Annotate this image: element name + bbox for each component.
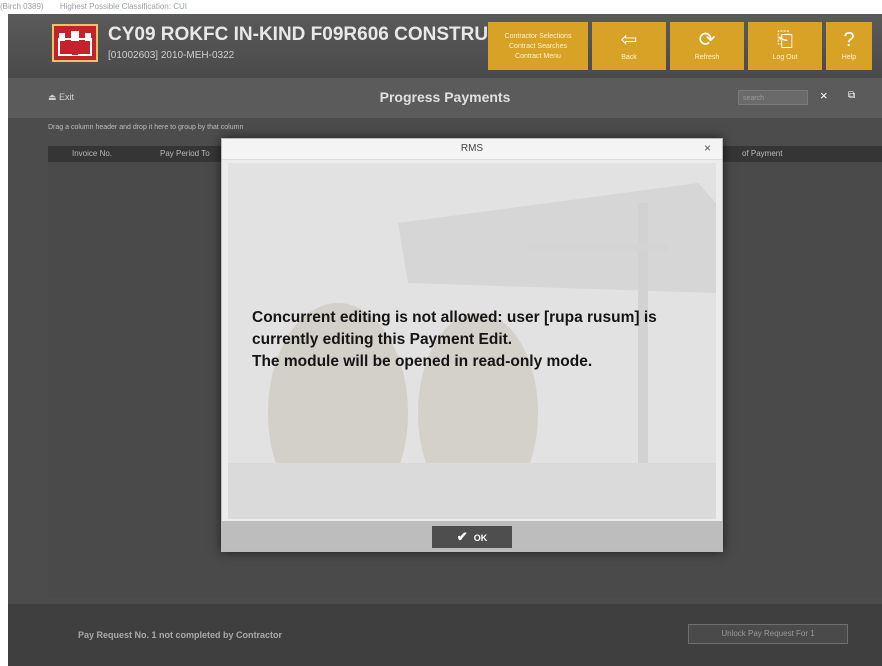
unlock-pay-request-button[interactable]: Unlock Pay Request For 1 [688,624,848,644]
rms-dialog: RMS × Concurrent editing is not allowed:… [221,138,723,552]
dialog-body: Concurrent editing is not allowed: user … [228,163,716,519]
module-toolbar: ⏏ Exit Progress Payments search × ⧉ [8,78,882,118]
pay-request-status: Pay Request No. 1 not completed by Contr… [78,630,283,640]
search-input[interactable]: search [738,90,808,105]
refresh-icon: ⟳ [698,29,716,51]
help-button[interactable]: ? Help [826,22,872,70]
dialog-titlebar: RMS × [222,139,722,160]
dialog-title: RMS [460,143,484,154]
group-by-hint: Drag a column header and drop it here to… [48,124,244,131]
dialog-message: Concurrent editing is not allowed: user … [252,309,657,370]
clear-search-icon[interactable]: × [820,88,828,103]
contractor-menu-button[interactable]: Contractor Selections Contract Searches … [488,22,588,70]
logout-icon: ⎗ [777,29,793,51]
column-payment[interactable]: of Payment [742,146,782,162]
back-arrow-icon: ⇦ [620,29,638,51]
column-invoice-no[interactable]: Invoice No. [72,146,112,162]
back-button[interactable]: ⇦ Back [592,22,666,70]
session-label: (Birch 0389) [0,2,44,11]
dialog-footer: ✔ OK [222,521,722,551]
classification-strip: (Birch 0389) Highest Possible Classifica… [0,0,882,14]
project-title: CY09 ROKFC IN-KIND F09R606 CONSTRUCT HO [108,24,548,45]
column-pay-period[interactable]: Pay Period To [160,146,210,162]
header-button-group: Contractor Selections Contract Searches … [488,22,872,70]
help-icon: ? [843,29,855,51]
ok-button[interactable]: ✔ OK [432,526,512,548]
refresh-button[interactable]: ⟳ Refresh [670,22,744,70]
usace-castle-logo [52,24,98,62]
app-header: CY09 ROKFC IN-KIND F09R606 CONSTRUCT HO … [8,14,882,78]
close-icon[interactable]: × [704,141,711,155]
panel-toggle-icon[interactable]: ⧉ [848,90,855,101]
logout-button[interactable]: ⎗ Log Out [748,22,822,70]
checkmark-icon: ✔ [456,529,468,544]
classification-label: Highest Possible Classification: CUI [59,2,187,11]
project-number: [01002603] 2010-MEH-0322 [108,50,235,61]
footer-bar: Pay Request No. 1 not completed by Contr… [8,604,882,666]
